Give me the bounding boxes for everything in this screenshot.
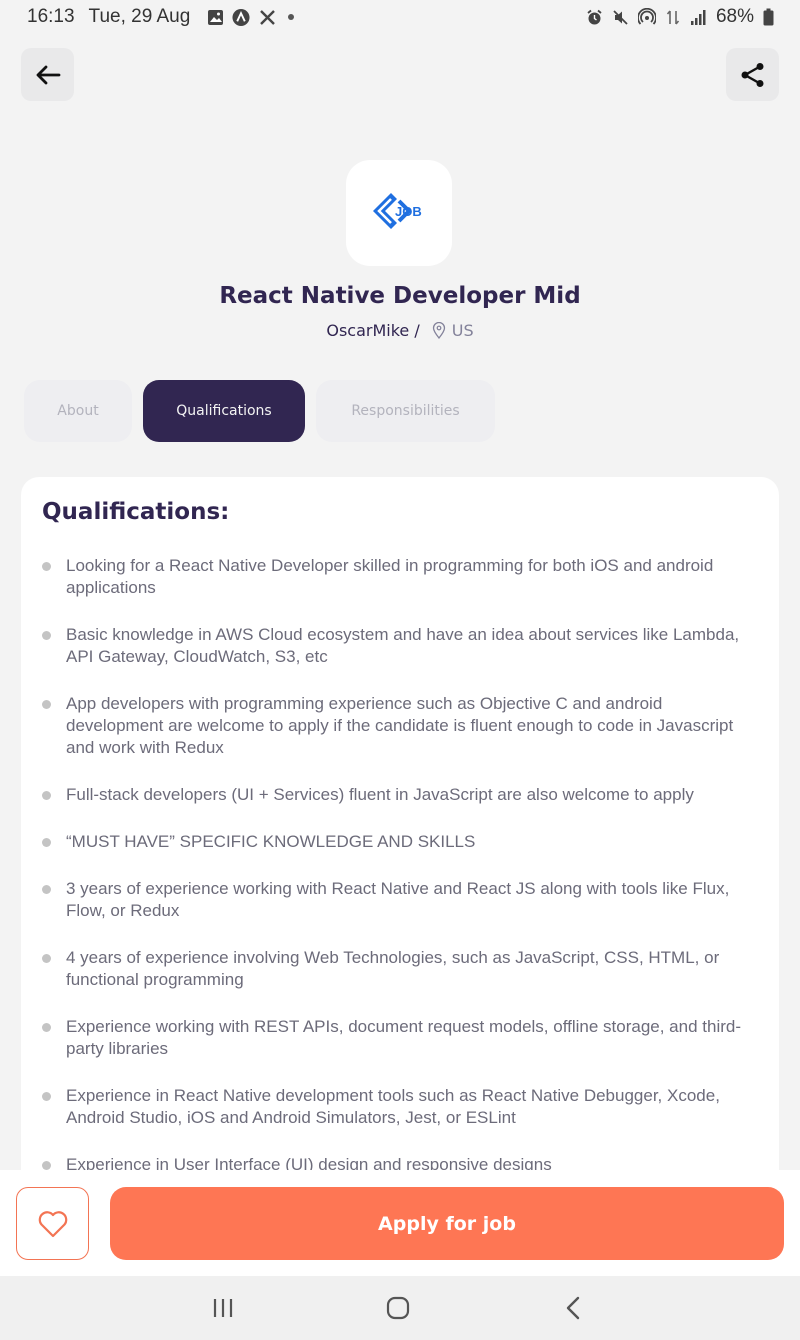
notification-dot-icon [288, 14, 295, 20]
bullet-icon [42, 1023, 51, 1032]
status-bar: 16:13 Tue, 29 Aug 68% [0, 0, 800, 34]
qualifications-list: Looking for a React Native Developer ski… [42, 555, 759, 1176]
bullet-icon [42, 1161, 51, 1170]
bullet-icon [42, 1092, 51, 1101]
data-icon [664, 8, 682, 26]
job-logo-icon: JOB [373, 193, 422, 229]
list-item: Looking for a React Native Developer ski… [42, 555, 759, 599]
heart-icon [37, 1209, 69, 1239]
x-icon [258, 8, 276, 26]
status-right: 68% [586, 6, 774, 28]
list-item: “MUST HAVE” SPECIFIC KNOWLEDGE AND SKILL… [42, 831, 759, 853]
list-item: Basic knowledge in AWS Cloud ecosystem a… [42, 624, 759, 668]
footer-bar: Apply for job [0, 1170, 800, 1276]
list-item-text: “MUST HAVE” SPECIFIC KNOWLEDGE AND SKILL… [66, 832, 476, 851]
back-button[interactable] [21, 48, 74, 101]
share-button[interactable] [726, 48, 779, 101]
company-logo: JOB [346, 160, 452, 266]
bullet-icon [42, 700, 51, 709]
recent-apps-button[interactable] [208, 1294, 238, 1322]
gallery-icon [206, 8, 224, 26]
recent-apps-icon [211, 1298, 235, 1318]
company-location-row: OscarMike / US [0, 321, 800, 340]
status-date: Tue, 29 Aug [88, 6, 191, 27]
svg-text:JOB: JOB [395, 204, 422, 219]
tab-qualifications[interactable]: Qualifications [143, 380, 305, 442]
status-time: 16:13 [27, 6, 75, 27]
arrow-left-icon [35, 64, 61, 86]
battery-percent: 68% [715, 6, 754, 27]
list-item-text: Full-stack developers (UI + Services) fl… [66, 785, 694, 804]
job-title: React Native Developer Mid [219, 283, 581, 309]
bullet-icon [42, 791, 51, 800]
nav-back-button[interactable] [561, 1294, 585, 1322]
home-icon [386, 1296, 410, 1320]
list-item: App developers with programming experien… [42, 693, 759, 759]
bullet-icon [42, 562, 51, 571]
bullet-icon [42, 954, 51, 963]
apply-button[interactable]: Apply for job [110, 1187, 784, 1260]
tab-responsibilities[interactable]: Responsibilities [316, 380, 495, 442]
mute-icon [612, 8, 630, 26]
list-item: 4 years of experience involving Web Tech… [42, 947, 759, 991]
status-left: 16:13 Tue, 29 Aug [27, 6, 295, 28]
bullet-icon [42, 885, 51, 894]
hotspot-icon [637, 8, 656, 26]
list-item-text: Experience working with REST APIs, docum… [66, 1017, 741, 1058]
list-item: Experience in React Native development t… [42, 1085, 759, 1129]
share-icon [739, 61, 767, 89]
list-item-text: App developers with programming experien… [66, 694, 734, 757]
list-item: Experience working with REST APIs, docum… [42, 1016, 759, 1060]
tab-bar: About Qualifications Responsibilities [24, 380, 495, 442]
app-icon [232, 8, 250, 26]
qualifications-card: Qualifications: Looking for a React Nati… [21, 477, 779, 1277]
alarm-icon [586, 8, 604, 26]
bullet-icon [42, 838, 51, 847]
tab-about[interactable]: About [24, 380, 132, 442]
bullet-icon [42, 631, 51, 640]
location-text: US [451, 321, 474, 340]
list-item-text: 4 years of experience involving Web Tech… [66, 948, 720, 989]
company-name: OscarMike / [326, 321, 420, 340]
system-nav-bar [0, 1276, 800, 1340]
home-button[interactable] [383, 1294, 413, 1322]
nav-back-icon [565, 1296, 581, 1320]
location-pin-icon [432, 322, 446, 339]
battery-icon [762, 8, 774, 26]
list-item: 3 years of experience working with React… [42, 878, 759, 922]
list-item-text: 3 years of experience working with React… [66, 879, 730, 920]
list-item: Full-stack developers (UI + Services) fl… [42, 784, 759, 806]
qualifications-heading: Qualifications: [42, 499, 230, 525]
favorite-button[interactable] [16, 1187, 89, 1260]
list-item-text: Basic knowledge in AWS Cloud ecosystem a… [66, 625, 740, 666]
signal-icon [690, 8, 708, 26]
list-item-text: Experience in React Native development t… [66, 1086, 720, 1127]
list-item-text: Looking for a React Native Developer ski… [66, 556, 714, 597]
